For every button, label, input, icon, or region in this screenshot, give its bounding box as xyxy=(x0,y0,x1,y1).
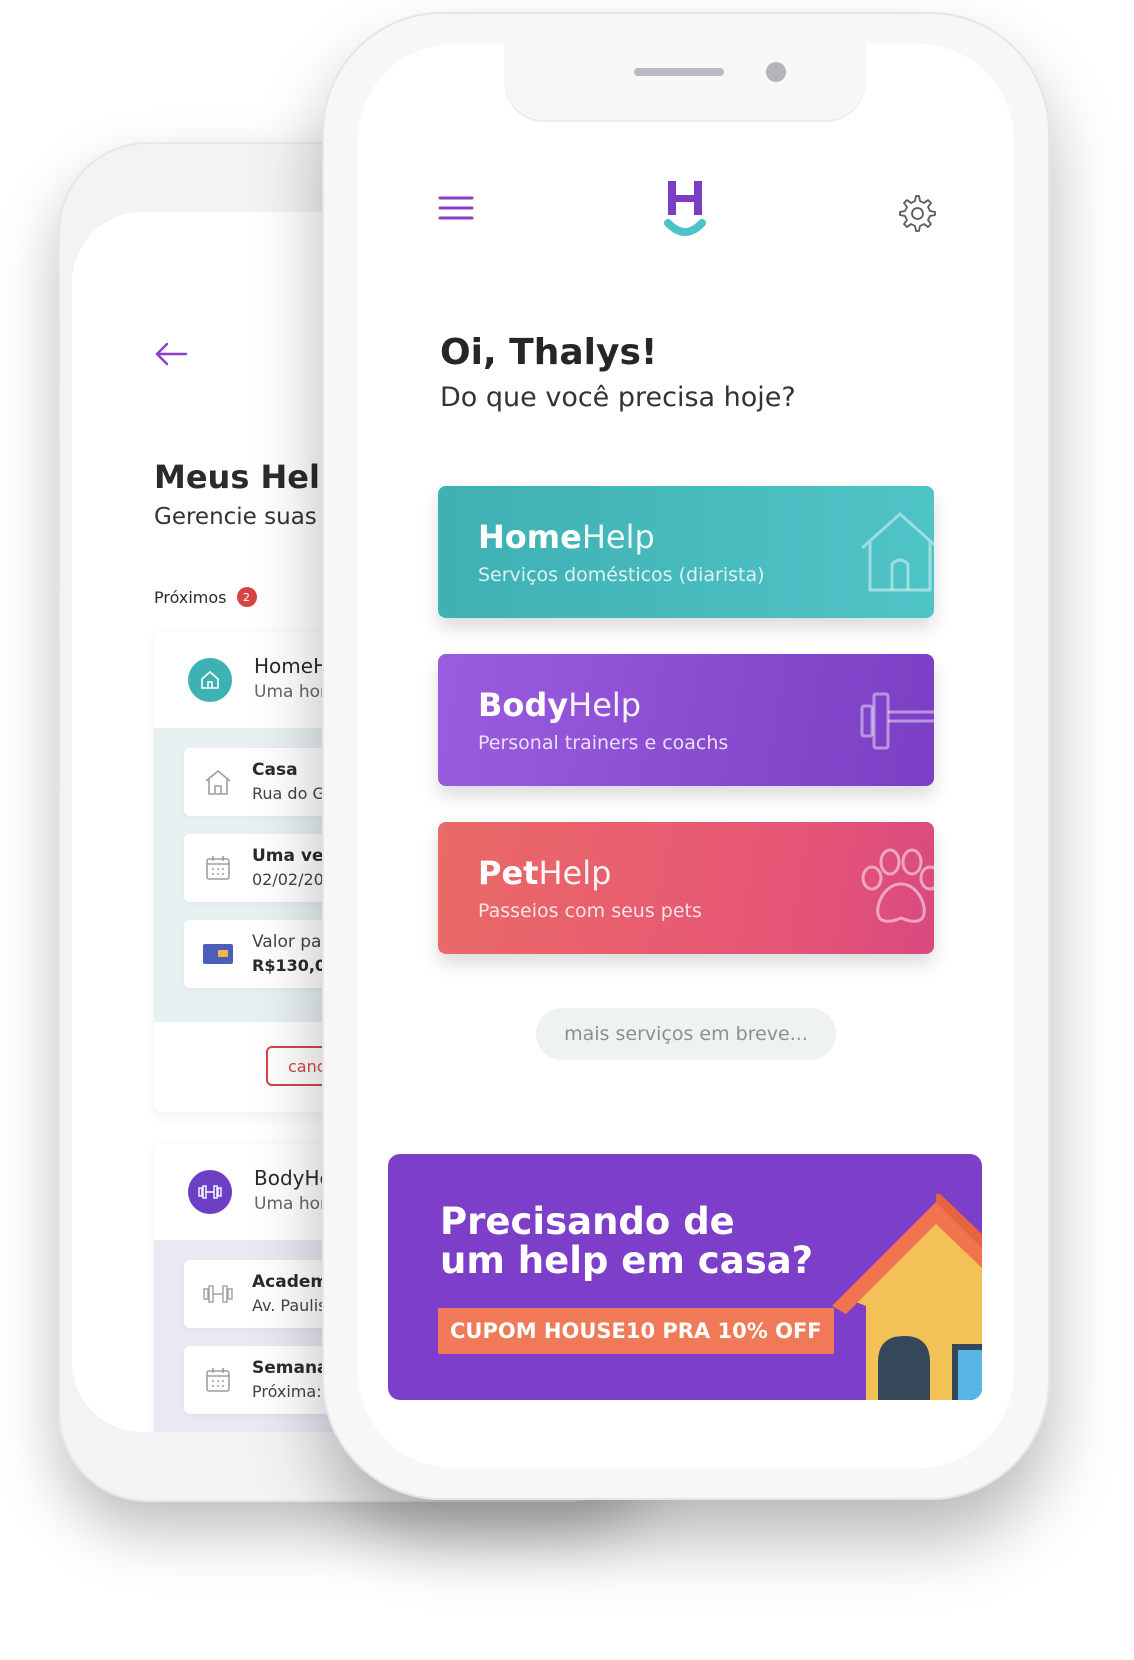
card-icon xyxy=(202,938,234,970)
service-brand: Home xyxy=(478,518,582,556)
upcoming-section-header: Próximos 2 xyxy=(154,587,257,607)
front-phone: Oi, Thalys! Do que você precisa hoje? Ho… xyxy=(322,12,1050,1500)
service-card-bodyhelp[interactable]: BodyHelp Personal trainers e coachs xyxy=(438,654,934,786)
service-brand: Pet xyxy=(478,854,539,892)
speaker-grill xyxy=(634,68,724,76)
promo-banner[interactable]: Precisando de um help em casa? CUPOM HOU… xyxy=(388,1154,982,1400)
calendar-icon xyxy=(202,852,234,884)
paw-outline-icon xyxy=(861,848,934,923)
promo-title: Precisando de um help em casa? xyxy=(440,1202,840,1280)
greeting: Oi, Thalys! xyxy=(440,332,658,373)
payment-label: Valor pag xyxy=(252,932,333,952)
service-title: BodyHelp xyxy=(478,686,641,724)
more-services-pill: mais serviços em breve... xyxy=(536,1008,836,1060)
helpers-logo-icon xyxy=(664,181,706,236)
service-title: PetHelp xyxy=(478,854,611,892)
house-illustration-icon xyxy=(832,1194,982,1400)
service-card-pethelp[interactable]: PetHelp Passeios com seus pets xyxy=(438,822,934,954)
body-avatar xyxy=(188,1170,232,1214)
promo-title-line1: Precisando de xyxy=(440,1200,735,1243)
upcoming-label: Próximos xyxy=(154,587,227,607)
promo-title-line2: um help em casa? xyxy=(440,1239,814,1282)
service-card-homehelp[interactable]: HomeHelp Serviços domésticos (diarista) xyxy=(438,486,934,618)
dumbbell-icon xyxy=(202,1278,234,1310)
hamburger-menu-icon[interactable] xyxy=(438,194,474,222)
dumbbell-icon xyxy=(198,1185,222,1199)
service-suffix: Help xyxy=(568,686,642,724)
coupon-tag: CUPOM HOUSE10 PRA 10% OFF xyxy=(438,1308,834,1354)
page-title: Meus Help xyxy=(154,458,343,496)
front-screen: Oi, Thalys! Do que você precisa hoje? Ho… xyxy=(358,44,1014,1468)
house-icon xyxy=(202,766,234,798)
service-title: HomeHelp xyxy=(478,518,655,556)
gym-address: Av. Paulist xyxy=(252,1296,333,1315)
house-outline-icon xyxy=(860,511,934,592)
service-suffix: Help xyxy=(581,518,655,556)
service-suffix: Help xyxy=(538,854,612,892)
calendar-icon xyxy=(202,1364,234,1396)
service-brand: Body xyxy=(478,686,569,724)
upcoming-count-badge: 2 xyxy=(236,587,257,607)
volume-up-button xyxy=(52,442,60,592)
mute-switch xyxy=(52,322,60,382)
gear-icon[interactable] xyxy=(896,192,936,232)
greeting-question: Do que você precisa hoje? xyxy=(440,382,796,413)
service-description: Personal trainers e coachs xyxy=(478,732,729,754)
address-label: Casa xyxy=(252,760,298,780)
house-icon xyxy=(201,670,219,689)
volume-down-button xyxy=(52,642,60,792)
dumbbell-outline-icon xyxy=(860,692,934,750)
notch xyxy=(504,44,866,122)
service-description: Serviços domésticos (diarista) xyxy=(478,564,765,586)
service-description: Passeios com seus pets xyxy=(478,900,702,922)
stage: Meus Help Gerencie suas s Próximos 2 Hom… xyxy=(0,0,1134,1660)
back-arrow-icon[interactable] xyxy=(154,342,188,366)
front-camera xyxy=(766,62,786,82)
page-subtitle: Gerencie suas s xyxy=(154,504,337,530)
home-avatar xyxy=(188,658,232,702)
